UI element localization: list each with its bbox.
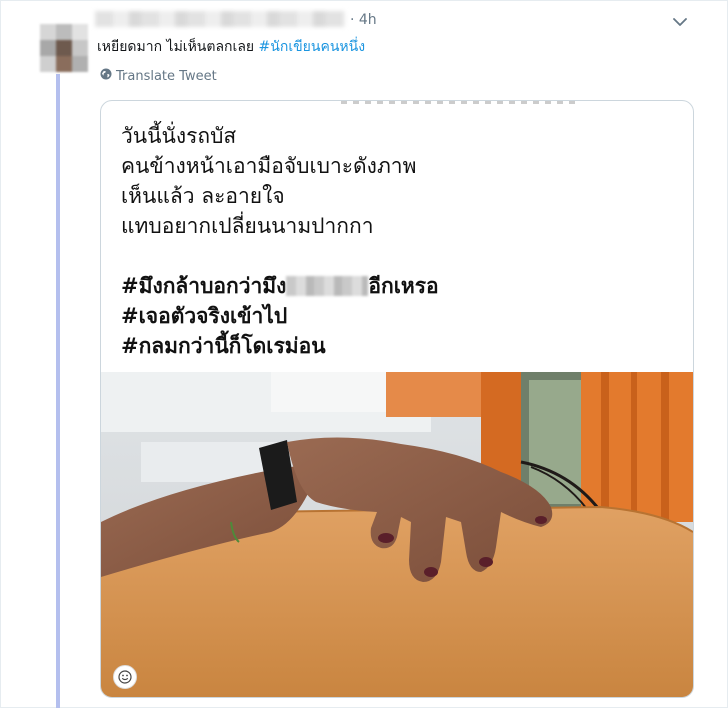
chevron-down-icon[interactable] — [670, 12, 690, 32]
username-blurred[interactable] — [95, 11, 345, 27]
globe-icon — [100, 68, 112, 84]
tweet-text: เหยียดมาก ไม่เห็นตลกเลย #นักเขียนคนหนึ่ง — [97, 36, 365, 58]
smiley-icon[interactable] — [113, 665, 137, 689]
translate-tweet-link[interactable]: Translate Tweet — [100, 68, 217, 84]
card-hashtag-line: #เจอตัวจริงเข้าไป — [121, 304, 288, 328]
translate-tweet-label: Translate Tweet — [116, 68, 217, 84]
poem-line: เห็นแล้ว ละอายใจ — [121, 184, 285, 208]
card-hashtag-after: อีกเหรอ — [368, 274, 439, 298]
thread-connector-line — [56, 74, 60, 708]
card-text: วันนี้นั่งรถบัส คนข้างหน้าเอามือจับเบาะด… — [121, 121, 439, 361]
poem-line: คนข้างหน้าเอามือจับเบาะดังภาพ — [121, 154, 417, 178]
card-hashtag-line: #กลมกว่านี้ก็โดเรม่อน — [121, 334, 326, 358]
image-card[interactable]: วันนี้นั่งรถบัส คนข้างหน้าเอามือจับเบาะด… — [100, 100, 694, 698]
avatar[interactable] — [40, 24, 88, 72]
poem-line: วันนี้นั่งรถบัส — [121, 124, 237, 148]
censored-word — [286, 276, 369, 296]
timestamp[interactable]: · 4h — [350, 12, 377, 28]
photo-hand-on-bus-seat[interactable] — [101, 372, 693, 697]
card-hashtag-before: #มึงกล้าบอกว่ามึง — [121, 274, 287, 298]
cropped-text-remnant — [341, 101, 581, 104]
card-hashtag-line: #มึงกล้าบอกว่ามึง อีกเหรอ — [121, 271, 439, 301]
tweet-text-plain: เหยียดมาก ไม่เห็นตลกเลย — [97, 39, 259, 55]
tweet-hashtag-link[interactable]: #นักเขียนคนหนึ่ง — [259, 39, 365, 55]
poem-line: แทบอยากเปลี่ยนนามปากกา — [121, 214, 374, 238]
